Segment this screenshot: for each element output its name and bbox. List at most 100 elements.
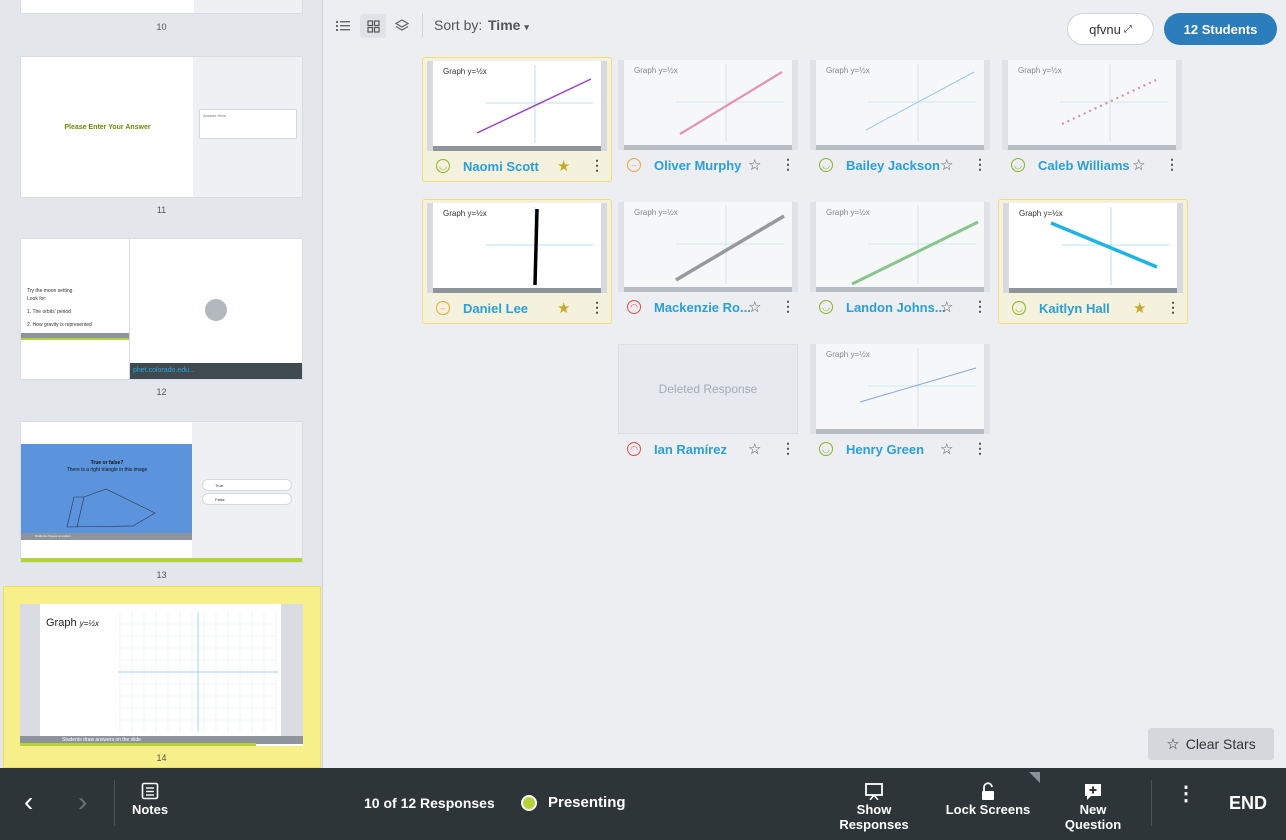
- slide-thumb-11[interactable]: Please Enter Your Answer Answer Here: [20, 56, 303, 198]
- slide-thumb-14[interactable]: Graph y=½x Students draw answers on the …: [20, 604, 303, 746]
- response-card[interactable]: Graph y=½x ◡ Kaitlyn Hall ★ ⋮: [998, 199, 1188, 324]
- show-responses-button[interactable]: Show Responses: [822, 782, 926, 832]
- response-thumbnail[interactable]: Graph y=½x: [427, 203, 607, 293]
- slide-link[interactable]: phet.colorado.edu...: [133, 367, 195, 374]
- more-options-icon[interactable]: ⋮: [973, 156, 987, 173]
- more-options-icon[interactable]: ⋮: [781, 440, 795, 457]
- card-footer: ◡ Naomi Scott ★ ⋮: [423, 155, 613, 179]
- lock-screens-label: Lock Screens: [945, 802, 1031, 817]
- presentation-icon: [865, 783, 883, 800]
- response-thumbnail[interactable]: Graph y=½x: [1003, 203, 1183, 293]
- response-card[interactable]: Graph y=½x ◡ Henry Green ☆ ⋮: [806, 341, 996, 466]
- clear-stars-button[interactable]: ☆ Clear Stars: [1148, 728, 1274, 760]
- slide-thumb-13[interactable]: True or false? There is a right triangle…: [20, 421, 303, 563]
- smile-icon: ◡: [1012, 301, 1026, 315]
- new-question-button[interactable]: New Question: [1050, 782, 1136, 832]
- card-footer: ◠ Ian Ramírez ☆ ⋮: [614, 438, 804, 462]
- student-name[interactable]: Oliver Murphy: [654, 158, 741, 173]
- card-footer: ◡ Henry Green ☆ ⋮: [806, 438, 996, 462]
- star-icon[interactable]: ☆: [748, 156, 761, 174]
- response-card[interactable]: Graph y=½x – Oliver Murphy ☆ ⋮: [614, 57, 804, 182]
- star-icon[interactable]: ★: [557, 299, 570, 317]
- slide-rail: 10 Please Enter Your Answer Answer Here …: [0, 0, 323, 768]
- slide-thumb-10[interactable]: [20, 0, 303, 14]
- more-options-icon[interactable]: ⋮: [973, 440, 987, 457]
- smile-icon: ◡: [819, 158, 833, 172]
- response-thumbnail[interactable]: Graph y=½x: [618, 202, 798, 292]
- star-icon[interactable]: ☆: [748, 298, 761, 316]
- response-thumbnail[interactable]: Graph y=½x: [618, 60, 798, 150]
- more-options-icon[interactable]: ⋮: [590, 157, 604, 174]
- student-name[interactable]: Henry Green: [846, 442, 924, 457]
- slide-text: 1. The orbits' period: [27, 309, 71, 315]
- thumb-footer: [816, 145, 984, 150]
- student-line: [533, 208, 539, 286]
- graph-title: Graph y=½x: [826, 66, 870, 75]
- response-thumbnail[interactable]: Graph y=½x: [810, 60, 990, 150]
- star-icon[interactable]: ★: [1133, 299, 1146, 317]
- grid-view-icon[interactable]: [360, 14, 386, 38]
- response-thumbnail[interactable]: Graph y=½x: [810, 202, 990, 292]
- smile-icon: ◡: [819, 300, 833, 314]
- student-name[interactable]: Mackenzie Ro...: [654, 300, 751, 315]
- thumb-footer: [624, 145, 792, 150]
- more-options-icon[interactable]: ⋮: [1166, 299, 1180, 316]
- list-view-icon[interactable]: [330, 14, 356, 38]
- star-icon[interactable]: ☆: [940, 298, 953, 316]
- graph-title: Graph y=½x: [826, 208, 870, 217]
- end-button[interactable]: END: [1229, 793, 1267, 814]
- thumb-footer: [624, 287, 792, 292]
- response-thumbnail[interactable]: Graph y=½x: [427, 61, 607, 151]
- card-footer: – Oliver Murphy ☆ ⋮: [614, 154, 804, 178]
- student-name[interactable]: Bailey Jackson: [846, 158, 940, 173]
- star-icon[interactable]: ☆: [748, 440, 761, 458]
- more-options-icon[interactable]: ⋮: [781, 298, 795, 315]
- star-icon[interactable]: ☆: [1132, 156, 1145, 174]
- response-thumbnail[interactable]: Graph y=½x: [810, 344, 990, 434]
- lock-screens-button[interactable]: Lock Screens: [945, 782, 1031, 817]
- sort-label: Sort by:: [434, 17, 483, 33]
- graph-title: Graph y=½x: [443, 209, 487, 218]
- student-name[interactable]: Ian Ramírez: [654, 442, 727, 457]
- more-options-icon[interactable]: ⋮: [1176, 784, 1196, 804]
- slide-prompt: Please Enter Your Answer: [64, 123, 151, 131]
- sort-dropdown[interactable]: Time ▾: [488, 17, 529, 33]
- response-card[interactable]: Graph y=½x ◠ Mackenzie Ro... ☆ ⋮: [614, 199, 804, 324]
- slide-thumb-12[interactable]: Try the moon setting Look for: 1. The or…: [20, 238, 303, 380]
- response-count: 10 of 12 Responses: [364, 795, 495, 811]
- prev-slide-icon[interactable]: ‹: [24, 788, 33, 816]
- class-code-button[interactable]: qfvnu ⤢: [1067, 13, 1154, 45]
- star-icon[interactable]: ☆: [940, 156, 953, 174]
- student-name[interactable]: Daniel Lee: [463, 301, 528, 316]
- star-icon[interactable]: ☆: [940, 440, 953, 458]
- more-options-icon[interactable]: ⋮: [973, 298, 987, 315]
- response-thumbnail[interactable]: Graph y=½x: [1002, 60, 1182, 150]
- more-options-icon[interactable]: ⋮: [781, 156, 795, 173]
- response-card[interactable]: Graph y=½x ◡ Naomi Scott ★ ⋮: [422, 57, 612, 182]
- student-name[interactable]: Naomi Scott: [463, 159, 539, 174]
- more-options-icon[interactable]: ⋮: [590, 299, 604, 316]
- more-options-icon[interactable]: ⋮: [1165, 156, 1179, 173]
- response-card[interactable]: Deleted Response ◠ Ian Ramírez ☆ ⋮: [614, 341, 804, 466]
- response-thumbnail[interactable]: Deleted Response: [618, 344, 798, 434]
- student-name[interactable]: Landon Johns...: [846, 300, 946, 315]
- next-slide-icon[interactable]: ›: [78, 788, 87, 816]
- deleted-response-label: Deleted Response: [618, 344, 798, 434]
- student-name[interactable]: Kaitlyn Hall: [1039, 301, 1110, 316]
- sort-value: Time: [488, 17, 521, 33]
- star-icon[interactable]: ★: [557, 157, 570, 175]
- response-card[interactable]: Graph y=½x ◡ Caleb Williams ☆ ⋮: [998, 57, 1188, 182]
- graph-title: Graph y=½x: [1018, 66, 1062, 75]
- response-card[interactable]: Graph y=½x – Daniel Lee ★ ⋮: [422, 199, 612, 324]
- class-code: qfvnu: [1089, 21, 1121, 37]
- card-footer: ◡ Kaitlyn Hall ★ ⋮: [999, 297, 1189, 321]
- slide-number: 11: [156, 205, 167, 215]
- response-card[interactable]: Graph y=½x ◡ Bailey Jackson ☆ ⋮: [806, 57, 996, 182]
- thumb-footer: [1009, 288, 1177, 293]
- thumb-footer: [816, 287, 984, 292]
- notes-button[interactable]: Notes: [126, 782, 174, 817]
- layers-icon[interactable]: [389, 14, 415, 38]
- students-button[interactable]: 12 Students: [1164, 13, 1277, 45]
- response-card[interactable]: Graph y=½x ◡ Landon Johns... ☆ ⋮: [806, 199, 996, 324]
- student-name[interactable]: Caleb Williams: [1038, 158, 1130, 173]
